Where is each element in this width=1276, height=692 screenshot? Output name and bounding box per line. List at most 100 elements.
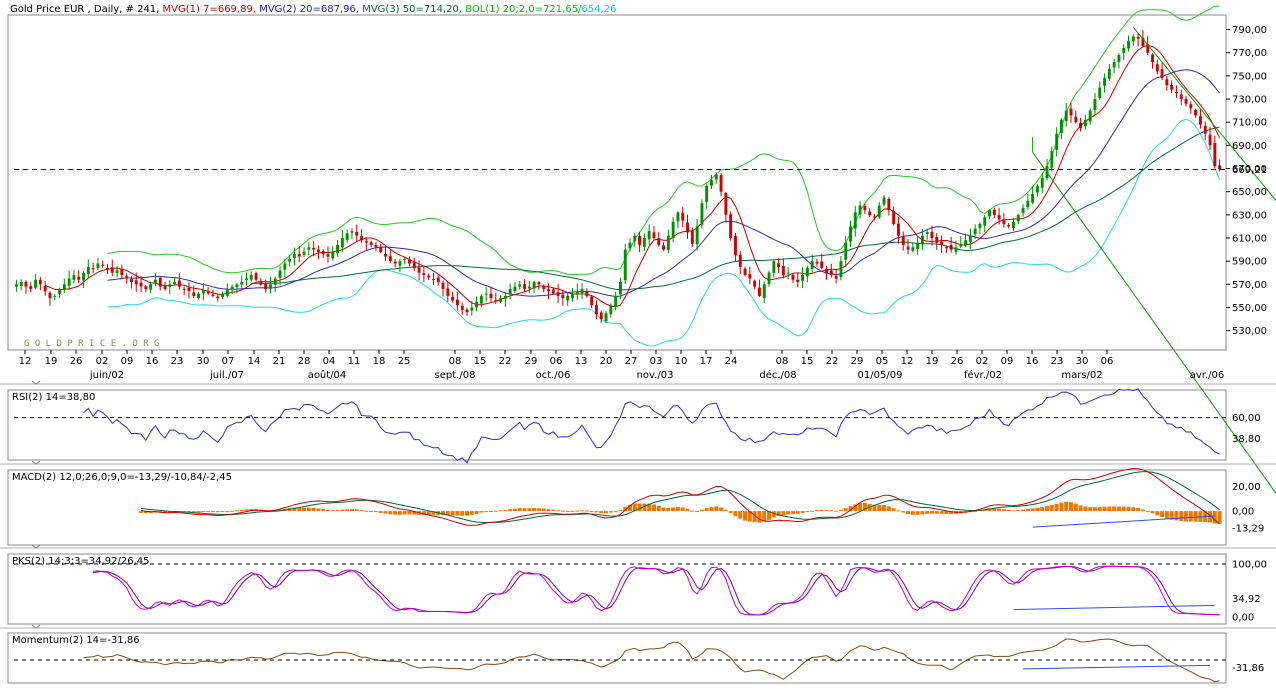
macd-histogram-bar [551, 509, 556, 512]
macd-histogram-bar [1030, 508, 1035, 512]
macd-histogram-bar [1040, 507, 1045, 512]
candle-body [839, 261, 843, 278]
date-axis-day-label: 15 [474, 356, 487, 367]
macd-histogram-bar [302, 507, 306, 512]
candle-body [700, 203, 704, 225]
macd-histogram-bar [1155, 511, 1160, 516]
price-axis-label: 650,00 [1232, 187, 1267, 198]
candle-body [657, 238, 661, 245]
candle-body [158, 277, 162, 287]
macd-histogram-bar [786, 511, 791, 515]
candle-body [772, 261, 776, 273]
macd-histogram-bar [479, 511, 484, 513]
candle-body [475, 301, 478, 308]
date-axis-day-label: 28 [298, 356, 311, 367]
date-axis-day-label: 18 [373, 356, 386, 367]
macd-histogram-bar [1193, 511, 1198, 522]
date-axis-day-label: 06 [1101, 356, 1114, 367]
macd-histogram-bar [541, 508, 546, 512]
macd-histogram-bar [450, 511, 455, 516]
candle-body [249, 275, 253, 280]
candle-body [221, 293, 224, 297]
candle-body [110, 267, 114, 273]
candle-body [527, 286, 531, 289]
candle-body [1060, 119, 1063, 133]
macd-histogram-bar [1188, 511, 1193, 522]
macd-histogram-bar [1174, 511, 1179, 521]
price-axis-label: 630,00 [1232, 210, 1267, 221]
macd-histogram-bar [690, 510, 695, 512]
macd-histogram-bar [877, 505, 882, 512]
candle-body [676, 212, 680, 222]
price-axis-label: 710,00 [1232, 118, 1267, 129]
macd-histogram-bar [1097, 507, 1102, 512]
macd-histogram-bar [220, 511, 225, 513]
price-last-value: 669,21 [1232, 165, 1267, 176]
macd-histogram-bar [1126, 506, 1131, 512]
macd-histogram-bar [939, 511, 944, 514]
candle-body [125, 276, 129, 278]
candle-body [532, 282, 536, 289]
candle-body [240, 282, 244, 285]
candle-body [758, 287, 761, 296]
macd-histogram-bar [829, 510, 834, 512]
candle-body [662, 245, 665, 250]
candle-body [225, 288, 229, 296]
candle-body [43, 285, 47, 292]
candle-body [954, 247, 958, 252]
candle-body [245, 278, 248, 280]
candle-body [168, 284, 172, 287]
date-axis-day-label: 06 [550, 356, 563, 367]
candle-body [489, 293, 493, 299]
candle-body [278, 270, 282, 278]
macd-histogram-bar [1116, 506, 1121, 512]
macd-last-value: -13,29 [1232, 524, 1264, 535]
macd-histogram-bar [239, 509, 244, 512]
macd-histogram-bar [196, 511, 201, 513]
candle-body [67, 278, 71, 286]
candle-body [944, 247, 948, 249]
macd-histogram-bar [1025, 509, 1030, 512]
candle-body [465, 309, 469, 313]
candle-body [777, 263, 780, 267]
candle-body [853, 212, 857, 229]
candle-body [791, 275, 795, 280]
macd-histogram-bar [604, 511, 608, 514]
date-axis-month-label: févr./02 [964, 369, 1002, 381]
candle-body [484, 293, 488, 295]
candle-body [494, 300, 498, 302]
candle-body [1002, 219, 1006, 225]
date-axis-month-label: juil./07 [209, 370, 244, 381]
macd-histogram-bar [608, 511, 613, 513]
date-axis-month-label: oct./06 [536, 370, 571, 381]
macd-histogram-bar [656, 505, 661, 512]
candle-body [115, 270, 119, 273]
date-axis-day-label: 25 [398, 356, 411, 367]
momentum-title: Momentum(2) 14=-31,86 [12, 635, 140, 646]
candle-body [547, 289, 550, 292]
macd-histogram-bar [230, 510, 235, 512]
macd-histogram-bar [517, 508, 522, 511]
candle-body [29, 286, 33, 289]
candle-body [331, 251, 335, 259]
macd-histogram-bar [723, 509, 728, 511]
macd-histogram-bar [704, 508, 709, 511]
macd-histogram-bar [532, 508, 537, 512]
candle-body [72, 275, 76, 280]
macd-histogram-bar [383, 511, 388, 514]
candle-body [537, 282, 541, 285]
pks-title: PKS(2) 14;3;3=34,92/26,45 [12, 556, 149, 567]
price-axis-label: 790,00 [1232, 25, 1267, 36]
candle-body [695, 226, 699, 245]
watermark: G O L D P R I C E . O R G [24, 339, 159, 349]
candle-body [556, 292, 560, 296]
candle-body [508, 288, 512, 295]
macd-histogram-bar [206, 511, 211, 513]
candle-body [355, 232, 359, 236]
candle-body [911, 247, 915, 251]
candle-body [719, 174, 723, 192]
date-axis-day-label: 27 [625, 356, 638, 367]
macd-histogram-bar [930, 511, 934, 514]
candle-body [868, 211, 872, 215]
date-axis-day-label: 22 [499, 356, 512, 367]
